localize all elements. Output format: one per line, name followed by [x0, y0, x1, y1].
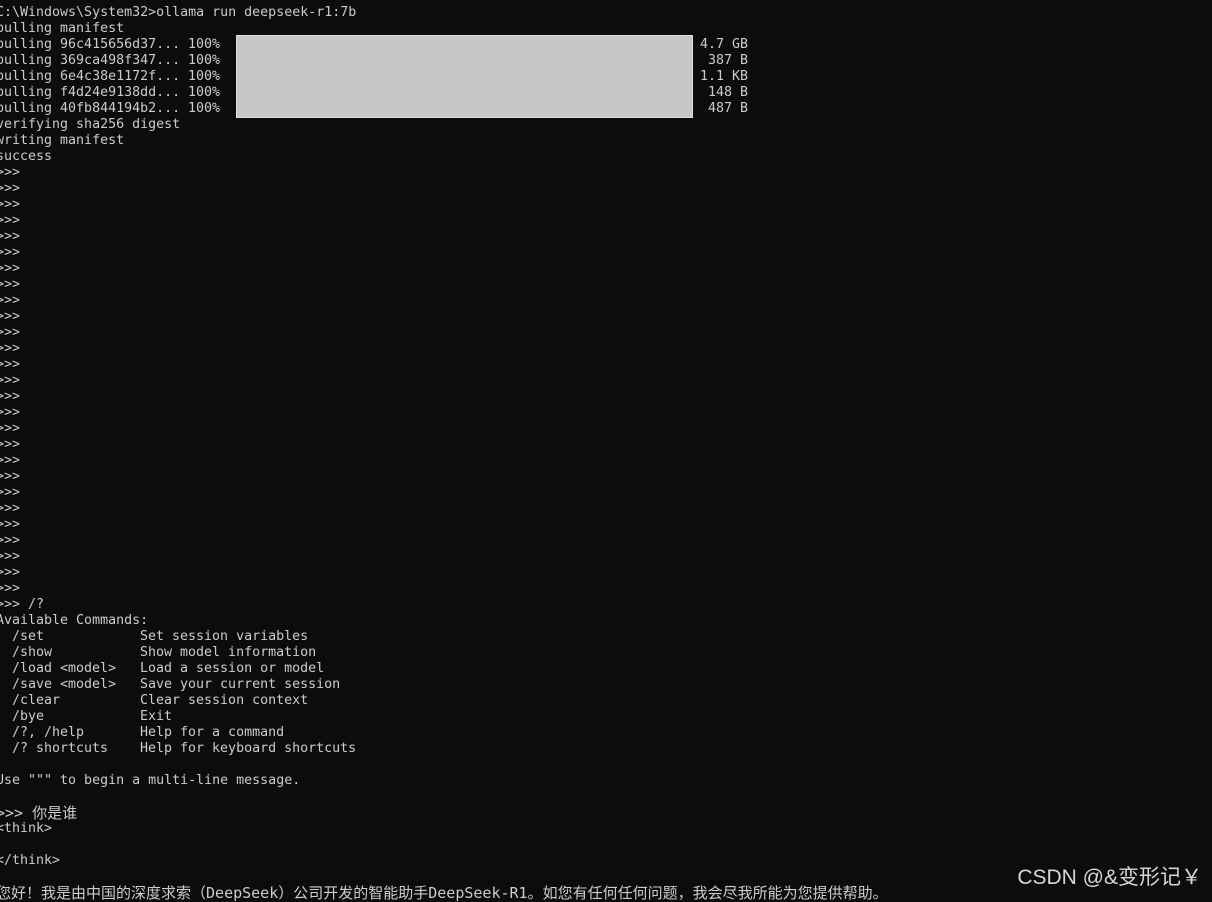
command-name: /set: [12, 629, 45, 644]
terminal-window: { "terminal": { "command_line": "C:\\Win…: [0, 0, 1212, 901]
empty-prompt-line: >>>: [0, 405, 21, 420]
empty-prompt-line: >>>: [0, 357, 21, 372]
empty-prompt-line: >>>: [0, 229, 21, 244]
pull-layer-name: pulling f4d24e9138dd...: [0, 85, 181, 100]
pull-layer-name: pulling 40fb844194b2...: [0, 101, 181, 116]
command-description: Set session variables: [140, 629, 309, 644]
pull-size: 4.7 GB: [699, 37, 748, 52]
pull-size: 387 B: [707, 53, 748, 68]
verify-line: verifying sha256 digest: [0, 117, 181, 132]
empty-prompt-line: >>>: [0, 213, 21, 228]
pull-layer-name: pulling 369ca498f347...: [0, 53, 181, 68]
empty-prompt-line: >>>: [0, 341, 21, 356]
empty-prompts: >>> >>> >>> >>> >>> >>> >>> >>> >>> >>> >>> >>> >>> >…: [0, 165, 1212, 597]
command-description: Help for keyboard shortcuts: [140, 741, 357, 756]
pull-percent: 100%: [188, 101, 221, 116]
command-name: /?, /help: [12, 725, 85, 740]
command-help-row: /?, /help Help for a command: [0, 725, 1212, 741]
command-name: /bye: [12, 709, 45, 724]
pull-percent: 100%: [188, 85, 221, 100]
empty-prompt-line: >>>: [0, 533, 21, 548]
command-description: Exit: [140, 709, 173, 724]
empty-prompt-line: >>>: [0, 181, 21, 196]
empty-prompt-line: >>>: [0, 245, 21, 260]
success-line: success: [0, 149, 53, 164]
empty-prompt-line: >>>: [0, 453, 21, 468]
empty-prompt-line: >>>: [0, 565, 21, 580]
empty-prompt-line: >>>: [0, 293, 21, 308]
command-name: /clear: [12, 693, 61, 708]
pull-layer-name: pulling 6e4c38e1172f...: [0, 69, 181, 84]
empty-prompt-line: >>>: [0, 485, 21, 500]
command-name: /show: [12, 645, 53, 660]
command-name: /? shortcuts: [12, 741, 109, 756]
empty-prompt-line: >>>: [0, 197, 21, 212]
command-description: Load a session or model: [140, 661, 325, 676]
pull-percent: 100%: [188, 37, 221, 52]
command-help-row: /show Show model information: [0, 645, 1212, 661]
empty-prompt-line: >>>: [0, 581, 21, 596]
think-open-tag: <think>: [0, 821, 53, 836]
empty-prompt-line: >>>: [0, 277, 21, 292]
empty-prompt-line: >>>: [0, 469, 21, 484]
multiline-hint: Use """ to begin a multi-line message.: [0, 773, 301, 788]
empty-prompt-line: >>>: [0, 437, 21, 452]
csdn-watermark: CSDN @&变形记￥: [1017, 866, 1202, 889]
command-help-row: /bye Exit: [0, 709, 1212, 725]
user-query-line: >>> 你是谁: [0, 804, 78, 822]
command-description: Clear session context: [140, 693, 309, 708]
pull-layer-name: pulling 96c415656d37...: [0, 37, 181, 52]
pull-size: 1.1 KB: [699, 69, 748, 84]
pull-size: 487 B: [707, 101, 748, 116]
available-commands-header: Available Commands:: [0, 613, 149, 628]
command-description: Show model information: [140, 645, 317, 660]
empty-prompt-line: >>>: [0, 549, 21, 564]
writing-line: writing manifest: [0, 133, 125, 148]
help-command-line: >>> /?: [0, 597, 45, 612]
command-line: C:\Windows\System32>ollama run deepseek-…: [0, 5, 357, 20]
empty-prompt-line: >>>: [0, 373, 21, 388]
empty-prompt-line: >>>: [0, 501, 21, 516]
empty-prompt-line: >>>: [0, 517, 21, 532]
command-help-row: /set Set session variables: [0, 629, 1212, 645]
command-help-row: /save <model> Save your current session: [0, 677, 1212, 693]
empty-prompt-line: >>>: [0, 309, 21, 324]
empty-prompt-line: >>>: [0, 421, 21, 436]
command-name: /save <model>: [12, 677, 117, 692]
command-help-row: /? shortcuts Help for keyboard shortcuts: [0, 741, 1212, 757]
pull-percent: 100%: [188, 69, 221, 84]
command-help-row: /load <model> Load a session or model: [0, 661, 1212, 677]
command-help-row: /clear Clear session context: [0, 693, 1212, 709]
command-description: Help for a command: [140, 725, 285, 740]
download-progress-bars: [236, 35, 693, 118]
pull-size: 148 B: [707, 85, 748, 100]
empty-prompt-line: >>>: [0, 389, 21, 404]
command-description: Save your current session: [140, 677, 341, 692]
command-name: /load <model>: [12, 661, 117, 676]
empty-prompt-line: >>>: [0, 261, 21, 276]
empty-prompt-line: >>>: [0, 165, 21, 180]
terminal-output[interactable]: C:\Windows\System32>ollama run deepseek-…: [0, 5, 1212, 901]
empty-prompt-line: >>>: [0, 325, 21, 340]
pull-percent: 100%: [188, 53, 221, 68]
